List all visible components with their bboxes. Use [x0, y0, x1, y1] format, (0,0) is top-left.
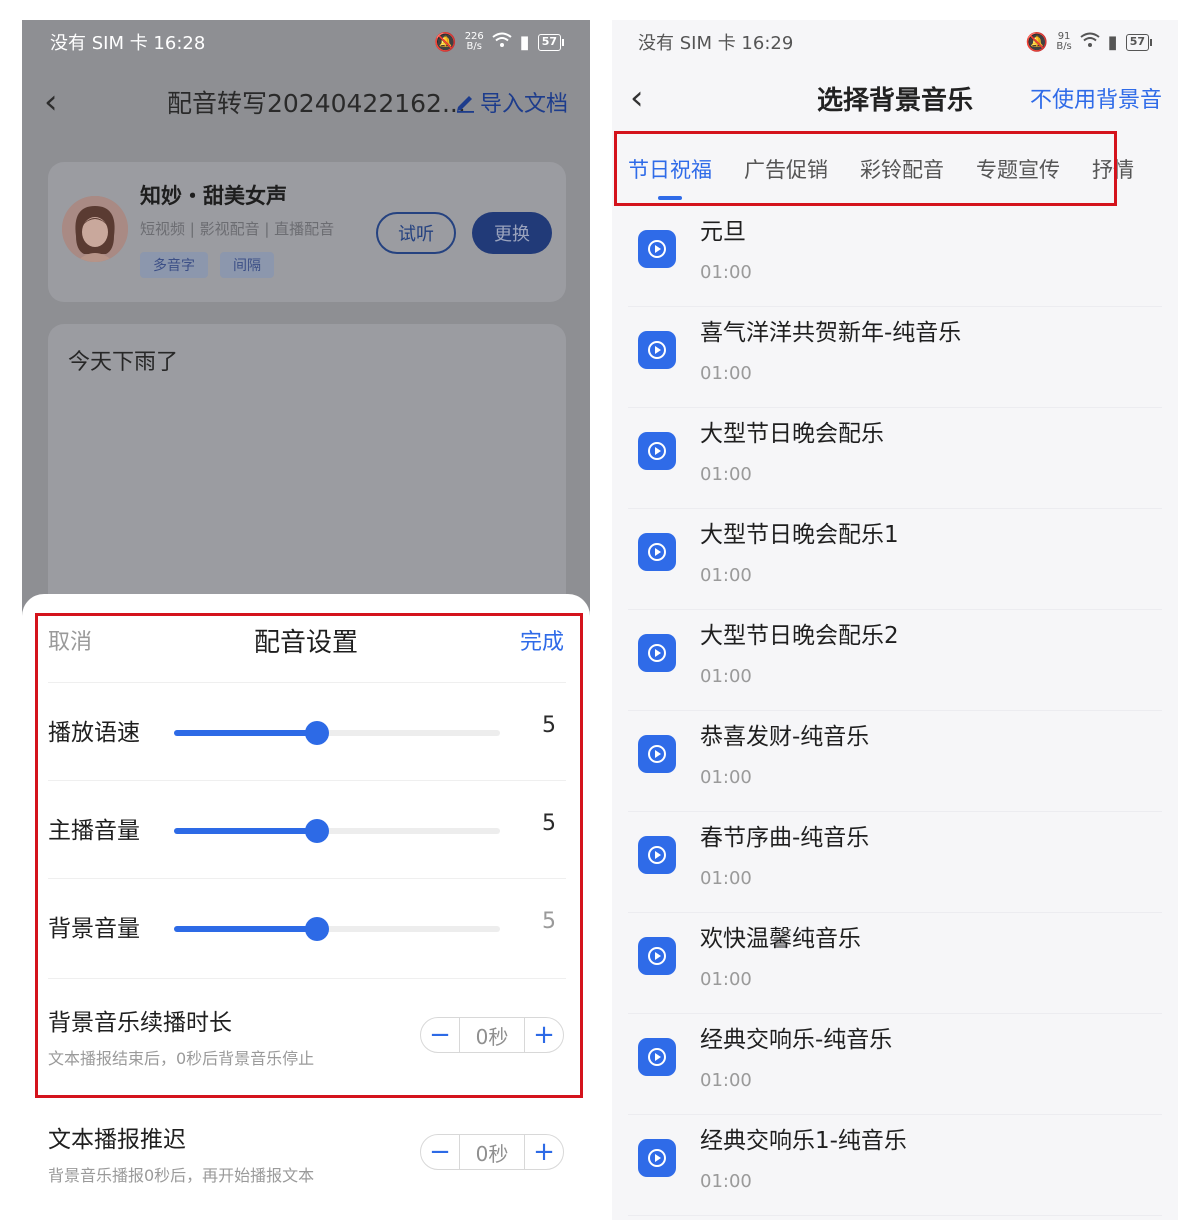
voice-tags: 短视频 | 影视配音 | 直播配音 [140, 220, 335, 238]
status-carrier-time: 没有 SIM 卡 16:29 [638, 33, 794, 54]
wifi-icon [492, 32, 512, 53]
list-item[interactable]: 经典交响乐-纯音乐 01:00 [628, 1014, 1162, 1115]
play-icon[interactable] [638, 230, 676, 268]
list-item[interactable]: 欢快温馨纯音乐 01:00 [628, 913, 1162, 1014]
play-icon[interactable] [638, 331, 676, 369]
list-item[interactable]: 大型节日晚会配乐 01:00 [628, 408, 1162, 509]
page-title: 配音转写20240422162... [167, 89, 466, 118]
text-delay-label: 文本播报推迟 [48, 1127, 186, 1153]
chip-interval[interactable]: 间隔 [220, 252, 274, 278]
text-delay-hint: 背景音乐播报0秒后，再开始播报文本 [48, 1166, 315, 1185]
play-icon[interactable] [638, 432, 676, 470]
play-icon[interactable] [638, 634, 676, 672]
battery-icon: 57 [537, 33, 564, 51]
text-delay-value[interactable]: 0秒 [459, 1135, 525, 1169]
highlight-box-settings [35, 613, 583, 1098]
list-item[interactable]: 喜气洋洋共贺新年-纯音乐 01:00 [628, 307, 1162, 408]
pencil-icon [456, 96, 474, 113]
list-item[interactable]: 恭喜发财-纯音乐 01:00 [628, 711, 1162, 812]
list-item[interactable]: 元旦 01:00 [628, 206, 1162, 307]
change-voice-button[interactable]: 更换 [472, 212, 552, 254]
list-item[interactable]: 大型节日晚会配乐2 01:00 [628, 610, 1162, 711]
voice-name: 知妙・甜美女声 [140, 184, 287, 208]
minus-icon[interactable]: − [421, 1137, 459, 1167]
play-icon[interactable] [638, 937, 676, 975]
play-icon[interactable] [638, 735, 676, 773]
lock-icon: ▮ [1107, 31, 1118, 53]
voice-card: 知妙・甜美女声 短视频 | 影视配音 | 直播配音 多音字 间隔 试听 更换 [48, 162, 566, 302]
list-item[interactable]: 经典交响乐1-纯音乐 01:00 [628, 1115, 1162, 1216]
top-nav: ‹ 选择背景音乐 不使用背景音 [612, 72, 1178, 128]
battery-icon: 57 [1125, 33, 1152, 51]
play-icon[interactable] [638, 1038, 676, 1076]
text-delay-stepper: − 0秒 + [420, 1134, 564, 1170]
text-editor[interactable]: 今天下雨了 [48, 324, 566, 624]
network-speed: 226 B/s [464, 31, 484, 52]
status-bar: 没有 SIM 卡 16:28 🔕 226 B/s ▮ 57 [22, 20, 590, 64]
avatar [62, 196, 128, 262]
list-item[interactable]: 春节序曲-纯音乐 01:00 [628, 812, 1162, 913]
status-bar: 没有 SIM 卡 16:29 🔕 91 B/s ▮ 57 [612, 20, 1178, 64]
mute-bell-icon: 🔕 [434, 31, 457, 53]
highlight-box-tabs [614, 131, 1117, 206]
import-doc-button[interactable]: 导入文档 [454, 86, 568, 118]
mute-bell-icon: 🔕 [1025, 31, 1049, 53]
play-icon[interactable] [638, 1139, 676, 1177]
play-icon[interactable] [638, 533, 676, 571]
top-nav: ‹ 配音转写20240422162... 导入文档 [22, 74, 590, 130]
try-listen-button[interactable]: 试听 [376, 212, 456, 254]
network-speed: 91 B/s [1056, 31, 1072, 52]
chip-polyphone[interactable]: 多音字 [140, 252, 208, 278]
plus-icon[interactable]: + [525, 1137, 563, 1167]
back-icon[interactable]: ‹ [44, 82, 58, 122]
list-item[interactable]: 大型节日晚会配乐1 01:00 [628, 509, 1162, 610]
play-icon[interactable] [638, 836, 676, 874]
text-delay-row: 文本播报推迟 背景音乐播报0秒后，再开始播报文本 − 0秒 + [48, 1096, 566, 1206]
lock-icon: ▮ [519, 31, 530, 53]
status-carrier-time: 没有 SIM 卡 16:28 [50, 33, 206, 54]
song-list: 元旦 01:00 喜气洋洋共贺新年-纯音乐 01:00 大型节日晚会配乐 01:00 … [628, 206, 1162, 1216]
text-content: 今天下雨了 [68, 350, 179, 375]
wifi-icon [1080, 32, 1100, 53]
no-bg-music-button[interactable]: 不使用背景音 [1030, 82, 1162, 114]
